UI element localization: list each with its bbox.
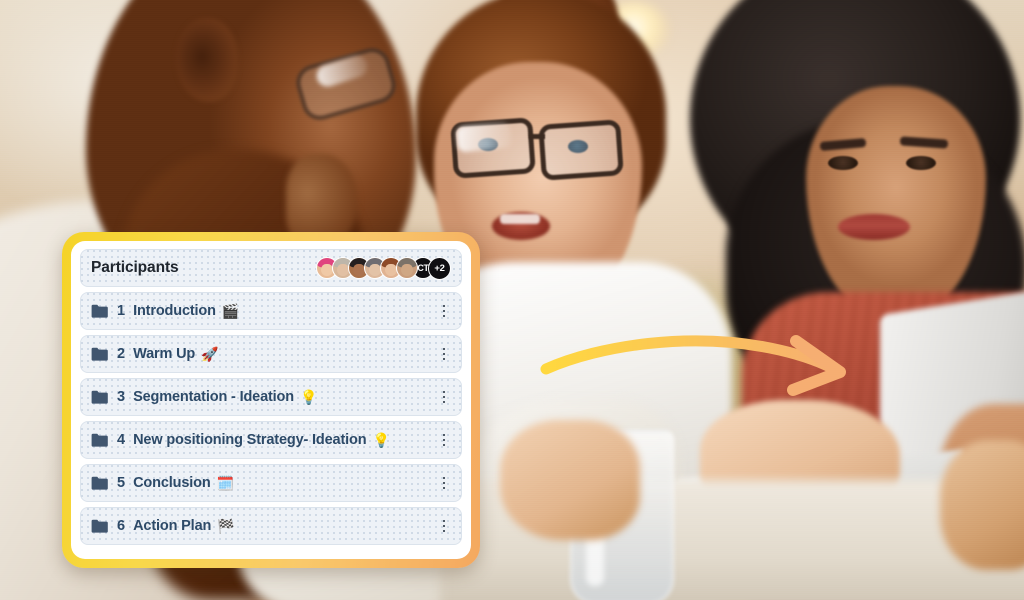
- avatar-stack[interactable]: CT +2: [316, 256, 451, 280]
- list-item-number: 1: [117, 303, 126, 319]
- row-menu-icon[interactable]: [437, 474, 451, 492]
- list-item[interactable]: 2 Warm Up 🚀: [80, 335, 462, 373]
- participants-panel-highlight: Participants CT +2 1 Introduction 🎬 2 Wa…: [62, 232, 480, 568]
- participants-header-row[interactable]: Participants CT +2: [80, 249, 462, 287]
- avatar[interactable]: [396, 257, 418, 279]
- list-item-label: Warm Up: [133, 346, 196, 362]
- list-item-label: Segmentation - Ideation: [133, 389, 294, 405]
- rocket-emoji: 🚀: [201, 346, 219, 362]
- row-menu-icon[interactable]: [437, 431, 451, 449]
- list-item[interactable]: 6 Action Plan 🏁: [80, 507, 462, 545]
- clapper-board-emoji: 🎬: [221, 303, 240, 319]
- list-item-number: 4: [117, 432, 126, 448]
- list-item-label: Introduction: [133, 303, 216, 319]
- row-menu-icon[interactable]: [437, 388, 451, 406]
- light-bulb-emoji: 💡: [372, 432, 390, 448]
- folder-icon: [91, 476, 108, 490]
- list-item[interactable]: 5 Conclusion 🗓️: [80, 464, 462, 502]
- list-item-label: New positioning Strategy- Ideation: [133, 432, 367, 448]
- row-menu-icon[interactable]: [437, 345, 451, 363]
- folder-icon: [91, 390, 108, 404]
- folder-icon: [91, 347, 108, 361]
- participants-title: Participants: [91, 259, 179, 276]
- list-item-number: 2: [117, 346, 126, 362]
- avatar-overflow-count[interactable]: +2: [428, 256, 451, 280]
- row-menu-icon[interactable]: [437, 302, 451, 320]
- folder-icon: [91, 433, 108, 447]
- participants-panel: Participants CT +2 1 Introduction 🎬 2 Wa…: [71, 241, 471, 559]
- list-item[interactable]: 3 Segmentation - Ideation 💡: [80, 378, 462, 416]
- screenshot-root: Participants CT +2 1 Introduction 🎬 2 Wa…: [0, 0, 1024, 600]
- row-menu-icon[interactable]: [437, 517, 451, 535]
- list-item[interactable]: 1 Introduction 🎬: [80, 292, 462, 330]
- list-item-number: 5: [117, 475, 126, 491]
- calendar-emoji: 🗓️: [216, 475, 234, 491]
- list-item-label: Action Plan: [133, 518, 212, 534]
- list-item-label: Conclusion: [133, 475, 211, 491]
- folder-icon: [91, 519, 108, 533]
- light-bulb-emoji: 💡: [299, 389, 318, 405]
- chequered-flag-emoji: 🏁: [217, 518, 235, 534]
- list-item[interactable]: 4 New positioning Strategy- Ideation 💡: [80, 421, 462, 459]
- list-item-number: 6: [117, 518, 126, 534]
- folder-icon: [91, 304, 108, 318]
- list-item-number: 3: [117, 389, 126, 405]
